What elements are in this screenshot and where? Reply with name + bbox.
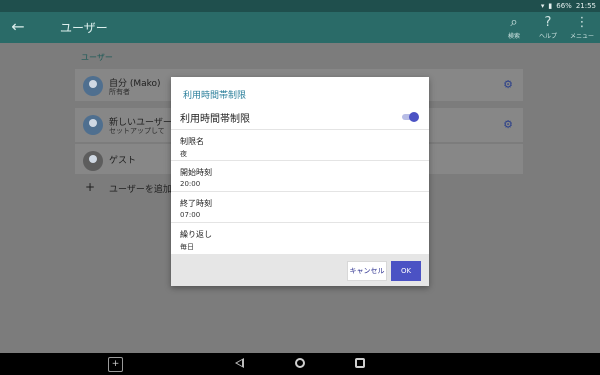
cancel-button[interactable]: キャンセル bbox=[347, 261, 387, 281]
page-title: ユーザー bbox=[60, 21, 108, 35]
wifi-icon: ▾ bbox=[540, 2, 545, 10]
nav-home-icon[interactable] bbox=[295, 358, 305, 368]
gear-icon[interactable]: ⚙ bbox=[503, 78, 513, 91]
ok-button[interactable]: OK bbox=[391, 261, 421, 281]
help-button[interactable]: ? ヘルプ bbox=[534, 13, 562, 42]
field-label: 開始時刻 bbox=[180, 168, 212, 177]
field-value: 20:00 bbox=[180, 180, 201, 188]
help-icon: ? bbox=[544, 14, 552, 30]
time-restriction-dialog: 利用時間帯制限 利用時間帯制限 制限名 夜 開始時刻 20:00 終了時刻 07… bbox=[171, 77, 429, 286]
search-label: 検索 bbox=[507, 32, 520, 40]
app-bar: ← ユーザー ⌕ 検索 ? ヘルプ ⋮ メニュー bbox=[0, 12, 600, 43]
zoom-icon[interactable]: + bbox=[108, 357, 123, 372]
app-actions: ⌕ 検索 ? ヘルプ ⋮ メニュー bbox=[500, 13, 596, 42]
user-name: ゲスト bbox=[109, 156, 137, 166]
menu-button[interactable]: ⋮ メニュー bbox=[568, 13, 596, 42]
user-subtitle: 所有者 bbox=[109, 88, 130, 96]
switch-thumb bbox=[409, 112, 419, 122]
field-value: 夜 bbox=[180, 150, 187, 158]
avatar bbox=[83, 76, 103, 96]
gear-icon[interactable]: ⚙ bbox=[503, 118, 513, 131]
section-title: ユーザー bbox=[81, 53, 113, 62]
toggle-row[interactable]: 利用時間帯制限 bbox=[171, 105, 429, 130]
more-vert-icon: ⋮ bbox=[575, 14, 589, 30]
status-icons: ▾ ▮ 66% 21:55 bbox=[541, 0, 596, 12]
enable-switch[interactable] bbox=[402, 112, 419, 122]
back-arrow-icon[interactable]: ← bbox=[9, 18, 27, 36]
dialog-footer: キャンセル OK bbox=[171, 254, 429, 286]
toggle-label: 利用時間帯制限 bbox=[180, 114, 250, 125]
field-value: 毎日 bbox=[180, 243, 194, 251]
battery-icon: ▮ bbox=[548, 2, 553, 10]
battery-level: 66% bbox=[556, 2, 572, 10]
avatar bbox=[83, 115, 103, 135]
field-restriction-name[interactable]: 制限名 夜 bbox=[171, 130, 429, 161]
help-label: ヘルプ bbox=[538, 32, 557, 40]
search-button[interactable]: ⌕ 検索 bbox=[500, 13, 528, 42]
field-end-time[interactable]: 終了時刻 07:00 bbox=[171, 192, 429, 223]
search-icon: ⌕ bbox=[510, 14, 518, 30]
clock: 21:55 bbox=[575, 2, 596, 10]
menu-label: メニュー bbox=[569, 32, 594, 40]
field-label: 終了時刻 bbox=[180, 199, 212, 208]
status-bar: ▾ ▮ 66% 21:55 bbox=[0, 0, 600, 12]
field-start-time[interactable]: 開始時刻 20:00 bbox=[171, 161, 429, 192]
add-user-label: ユーザーを追加 bbox=[109, 185, 172, 195]
user-subtitle: セットアップして bbox=[109, 127, 165, 135]
plus-icon: + bbox=[85, 180, 96, 194]
nav-back-icon[interactable] bbox=[235, 358, 244, 368]
dialog-title: 利用時間帯制限 bbox=[183, 91, 247, 101]
guest-avatar-icon bbox=[83, 151, 103, 171]
field-repeat[interactable]: 繰り返し 毎日 bbox=[171, 223, 429, 253]
nav-recents-icon[interactable] bbox=[355, 358, 365, 368]
system-nav-bar: + bbox=[0, 353, 600, 375]
field-label: 繰り返し bbox=[180, 230, 212, 239]
field-label: 制限名 bbox=[180, 137, 204, 146]
field-value: 07:00 bbox=[180, 211, 201, 219]
